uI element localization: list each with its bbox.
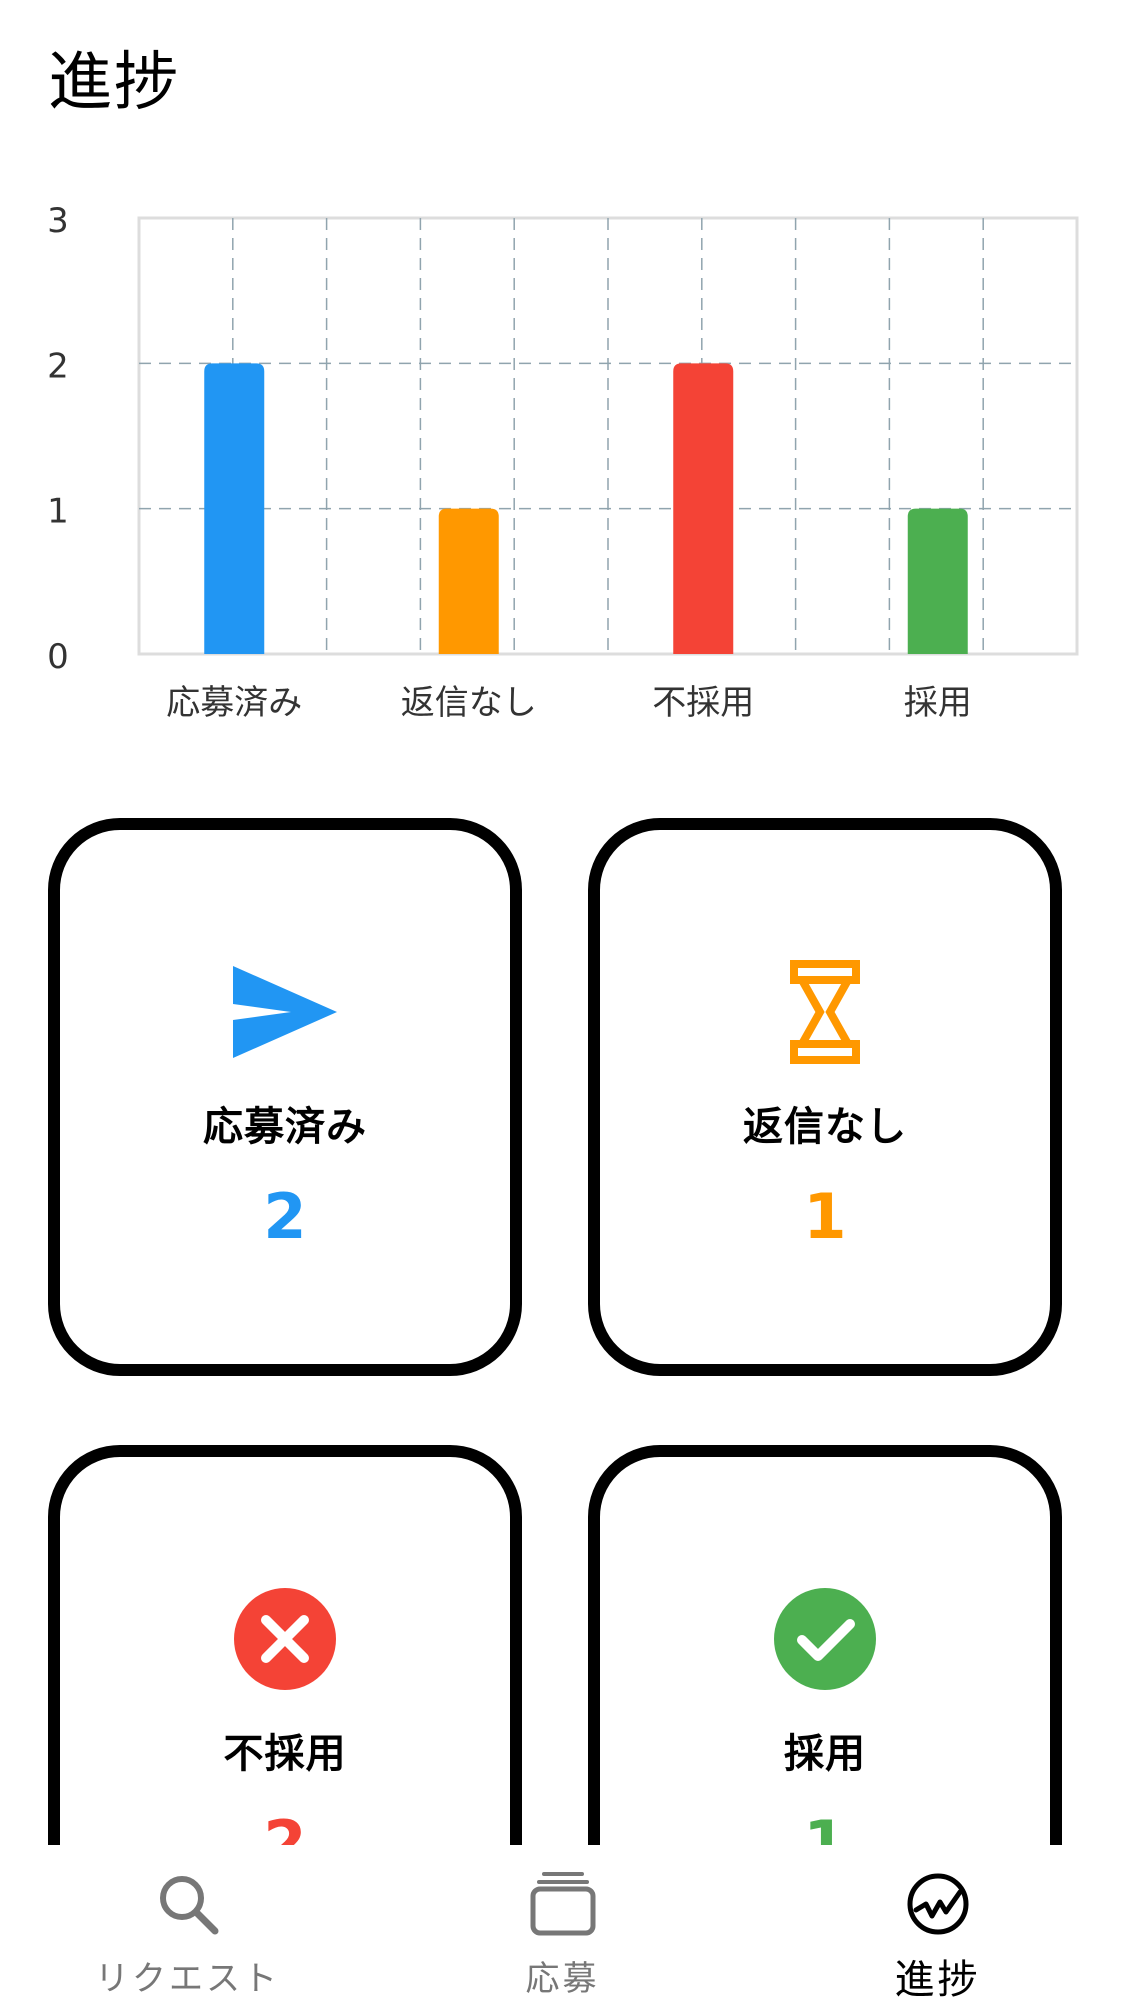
x-tick-label: 応募済み (166, 683, 302, 723)
card-label: 不採用 (223, 1731, 347, 1777)
card-applied[interactable]: 応募済み 2 (48, 818, 522, 1376)
card-count: 1 (803, 1180, 847, 1253)
chart-bar (204, 363, 265, 654)
send-icon (233, 960, 337, 1064)
nav-label: リクエスト (95, 1959, 280, 1999)
chart-bar (673, 363, 734, 654)
y-tick-label: 3 (47, 201, 69, 241)
chart-bar (438, 508, 499, 654)
nav-item-request[interactable]: リクエスト (0, 1845, 375, 2016)
y-tick-label: 2 (47, 346, 69, 386)
nav-item-progress[interactable]: 進捗 (750, 1845, 1125, 2016)
nav-item-applications[interactable]: 応募 (375, 1845, 750, 2016)
chart-bar (907, 508, 968, 654)
bottom-navigation: リクエスト 応募 進捗 (0, 1845, 1125, 2016)
y-tick-label: 1 (47, 492, 69, 532)
hourglass-icon (773, 960, 877, 1064)
card-label: 応募済み (203, 1104, 367, 1150)
status-bar-chart: 0 1 2 3 応募済み 返信なし 不採用 採用 (47, 201, 1079, 723)
check-circle-icon (773, 1587, 877, 1691)
y-tick-label: 0 (47, 637, 69, 677)
nav-label: 進捗 (894, 1957, 981, 2003)
nav-label: 応募 (525, 1959, 600, 1999)
cancel-icon (233, 1587, 337, 1691)
card-label: 返信なし (743, 1104, 907, 1150)
progress-chart-icon (905, 1871, 971, 1937)
card-no-reply[interactable]: 返信なし 1 (588, 818, 1062, 1376)
card-label: 採用 (784, 1731, 866, 1777)
search-icon (155, 1871, 221, 1937)
x-tick-label: 返信なし (401, 683, 537, 723)
cards-stack-icon (530, 1871, 596, 1937)
x-tick-label: 不採用 (652, 683, 754, 723)
page-title: 進捗 (48, 46, 180, 120)
x-tick-label: 採用 (904, 683, 972, 723)
card-count: 2 (263, 1180, 307, 1253)
